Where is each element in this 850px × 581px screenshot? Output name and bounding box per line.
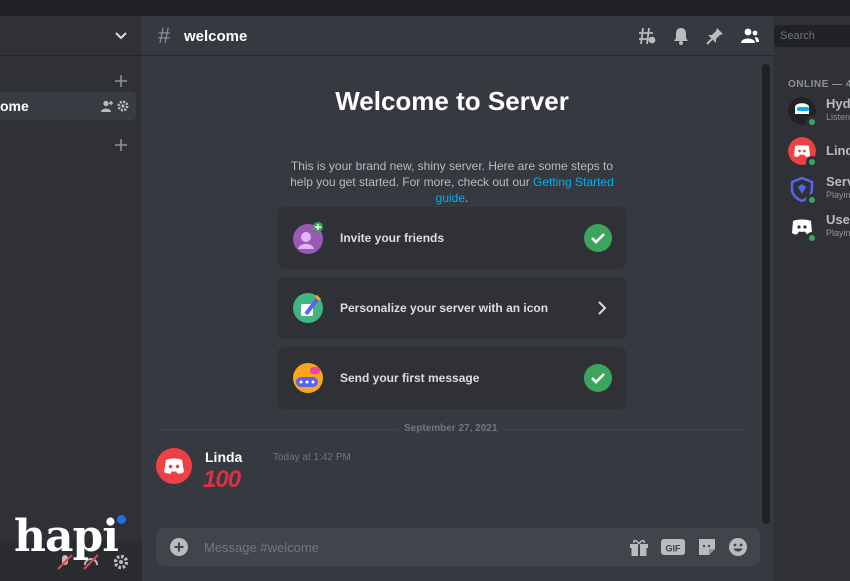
member-name: Use xyxy=(826,212,850,227)
channel-title: welcome xyxy=(184,28,248,45)
avatar[interactable] xyxy=(156,448,192,484)
add-attachment-icon[interactable] xyxy=(170,538,188,556)
member-activity: Listen xyxy=(826,112,850,122)
member-name: Hyd xyxy=(826,96,850,111)
step-label: Personalize your server with an icon xyxy=(340,301,549,315)
sticker-icon[interactable] xyxy=(696,537,718,557)
window-top-bar xyxy=(0,0,850,16)
threads-icon[interactable] xyxy=(637,26,657,46)
channel-sidebar: ome xyxy=(0,16,142,581)
invite-member-icon[interactable] xyxy=(100,99,114,113)
member-list: ONLINE — 4 Hyd Listen Lind Serv Playin U… xyxy=(774,16,850,581)
chevron-down-icon[interactable] xyxy=(114,28,128,42)
invite-friends-illustration-icon xyxy=(293,222,323,254)
svg-text:GIF: GIF xyxy=(666,544,682,554)
add-channel-icon[interactable] xyxy=(114,74,128,88)
server-header[interactable] xyxy=(0,16,142,56)
scrollbar[interactable] xyxy=(762,64,770,524)
member-name: Serv xyxy=(826,174,850,189)
gift-icon[interactable] xyxy=(628,537,650,557)
message-author[interactable]: Linda xyxy=(205,449,242,465)
member-name: Lind xyxy=(826,143,850,158)
date-divider-label: September 27, 2021 xyxy=(398,423,504,434)
hashtag-icon: # xyxy=(158,23,171,48)
step-personalize-server[interactable]: Personalize your server with an icon xyxy=(278,277,626,339)
welcome-description: This is your brand new, shiny server. He… xyxy=(282,158,622,206)
add-channel-icon[interactable] xyxy=(114,138,128,152)
step-invite-friends[interactable]: Invite your friends xyxy=(278,207,626,269)
member-item[interactable]: Use Playin xyxy=(788,211,850,247)
step-send-first-message[interactable]: Send your first message xyxy=(278,347,626,409)
online-status-dot xyxy=(806,194,818,206)
member-item[interactable]: Serv Playin xyxy=(788,173,850,209)
bell-icon[interactable] xyxy=(671,26,691,46)
discord-logo-icon xyxy=(164,458,184,474)
checkmark-icon xyxy=(584,224,612,252)
channel-item-label: ome xyxy=(0,98,29,114)
search-box[interactable] xyxy=(774,25,850,47)
step-label: Invite your friends xyxy=(340,231,445,245)
online-heading: ONLINE — 4 xyxy=(788,79,850,90)
online-status-dot xyxy=(806,116,818,128)
member-item[interactable]: Hyd Listen xyxy=(788,95,850,131)
scrollbar-thumb[interactable] xyxy=(762,64,770,524)
search-input[interactable] xyxy=(774,25,850,47)
message-input[interactable] xyxy=(204,528,604,566)
watermark-dot xyxy=(117,515,126,524)
welcome-description-end: . xyxy=(465,191,469,205)
message-timestamp: Today at 1:42 PM xyxy=(273,452,351,463)
member-list-icon[interactable] xyxy=(740,26,760,46)
welcome-title: Welcome to Server xyxy=(335,86,569,116)
step-label: Send your first message xyxy=(340,371,480,385)
hapi-watermark-logo: hapi xyxy=(14,511,119,562)
hundred-points-emoji: 100 xyxy=(203,466,241,493)
gif-icon[interactable]: GIF xyxy=(660,537,686,557)
chat-header: # welcome xyxy=(142,16,774,56)
emoji-icon[interactable] xyxy=(728,537,748,557)
chat-area: # welcome Welcome to Server This is your… xyxy=(142,16,774,581)
member-activity: Playin xyxy=(826,190,850,200)
online-status-dot xyxy=(806,232,818,244)
message-illustration-icon xyxy=(293,363,323,393)
message-composer: GIF xyxy=(156,528,760,566)
member-activity: Playin xyxy=(826,228,850,238)
gear-icon[interactable] xyxy=(116,99,130,113)
personalize-icon-illustration-icon xyxy=(293,293,323,323)
checkmark-icon xyxy=(584,364,612,392)
chevron-right-icon xyxy=(598,301,607,315)
online-status-dot xyxy=(806,156,818,168)
member-item[interactable]: Lind xyxy=(788,135,850,171)
channel-item-welcome[interactable]: ome xyxy=(0,92,136,120)
pin-icon[interactable] xyxy=(705,26,725,46)
